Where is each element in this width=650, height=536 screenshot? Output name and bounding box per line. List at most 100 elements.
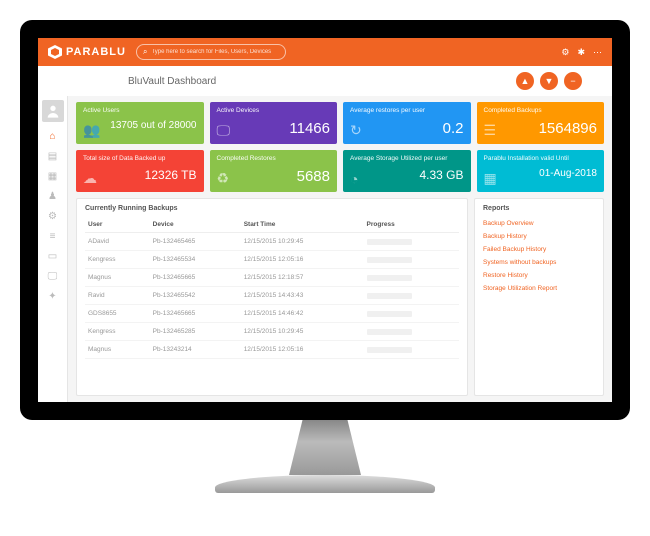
cell-user: ADavid [85, 233, 150, 251]
cell-device: Pb-132465665 [150, 305, 241, 323]
search-box[interactable]: ⌕ [136, 44, 286, 60]
card-title: Active Devices [217, 107, 331, 114]
settings-icon[interactable]: ⚙ [561, 47, 569, 58]
sub-header: BluVault Dashboard ▲ ▼ − [38, 66, 612, 96]
running-backups-panel: Currently Running Backups User Device St… [76, 198, 468, 396]
users-icon: 👥 [83, 122, 100, 139]
cell-user: Magnus [85, 269, 150, 287]
report-link[interactable]: Systems without backups [483, 256, 595, 269]
cell-time: 12/15/2015 12:05:16 [241, 251, 364, 269]
card-valid-until[interactable]: Parablu Installation valid Until ▦ 01-Au… [477, 150, 605, 192]
nav-files-icon[interactable]: ▤ [47, 150, 59, 162]
cell-progress [364, 251, 459, 269]
panel-title: Currently Running Backups [85, 205, 459, 212]
card-completed-restores[interactable]: Completed Restores ♻ 5688 [210, 150, 338, 192]
cell-user: Magnus [85, 341, 150, 359]
more-icon[interactable]: ⋯ [593, 47, 602, 58]
table-row[interactable]: MagnusPb-1324321412/15/2015 12:05:16 [85, 341, 459, 359]
nav-monitor-icon[interactable]: 🖵 [47, 270, 59, 282]
brand-logo[interactable]: PARABLU [48, 45, 126, 59]
recycle-icon: ♻ [217, 170, 230, 187]
share-icon[interactable]: ✱ [577, 47, 585, 58]
restore-icon: ↻ [350, 122, 362, 139]
col-start-time[interactable]: Start Time [241, 217, 364, 233]
cell-progress [364, 287, 459, 305]
nav-reports-icon[interactable]: ▭ [47, 250, 59, 262]
cell-user: Kengress [85, 251, 150, 269]
cell-progress [364, 323, 459, 341]
col-progress[interactable]: Progress [364, 217, 459, 233]
monitor-stand-neck [280, 420, 370, 475]
card-avg-restores[interactable]: Average restores per user ↻ 0.2 [343, 102, 471, 144]
cloud-icon: ☁ [83, 170, 97, 187]
nav-home-icon[interactable]: ⌂ [47, 130, 59, 142]
nav-settings-icon[interactable]: ⚙ [47, 210, 59, 222]
col-device[interactable]: Device [150, 217, 241, 233]
cell-time: 12/15/2015 14:43:43 [241, 287, 364, 305]
quick-actions: ▲ ▼ − [516, 72, 582, 90]
card-value: 1564896 [484, 120, 598, 137]
table-row[interactable]: MagnusPb-13246566512/15/2015 12:18:57 [85, 269, 459, 287]
report-link[interactable]: Restore History [483, 269, 595, 282]
main-content: Active Users 👥 13705 out of 28000 Active… [68, 96, 612, 402]
upload-button[interactable]: ▲ [516, 72, 534, 90]
screen: PARABLU ⌕ ⚙ ✱ ⋯ BluVault Dashboard ▲ ▼ −… [20, 20, 630, 420]
nav-users-icon[interactable]: ♟ [47, 190, 59, 202]
cell-progress [364, 305, 459, 323]
card-title: Completed Restores [217, 155, 331, 162]
search-input[interactable] [151, 49, 279, 55]
body: ⌂ ▤ ▦ ♟ ⚙ ≡ ▭ 🖵 ✦ Active Users 👥 13705 o… [38, 96, 612, 402]
monitor-frame: PARABLU ⌕ ⚙ ✱ ⋯ BluVault Dashboard ▲ ▼ −… [20, 20, 630, 493]
card-value: 5688 [217, 168, 331, 185]
app-header: PARABLU ⌕ ⚙ ✱ ⋯ [38, 38, 612, 66]
progress-bar [367, 347, 412, 353]
cell-device: Pb-132465665 [150, 269, 241, 287]
card-total-size[interactable]: Total size of Data Backed up ☁ 12326 TB [76, 150, 204, 192]
search-icon: ⌕ [143, 47, 147, 57]
panel-title: Reports [483, 205, 595, 212]
card-title: Average restores per user [350, 107, 464, 114]
card-active-users[interactable]: Active Users 👥 13705 out of 28000 [76, 102, 204, 144]
card-active-devices[interactable]: Active Devices 🖵 11466 [210, 102, 338, 144]
cell-time: 12/15/2015 14:46:42 [241, 305, 364, 323]
table-row[interactable]: RavidPb-13246554212/15/2015 14:43:43 [85, 287, 459, 305]
cell-device: Pb-132465285 [150, 323, 241, 341]
logo-icon [48, 45, 62, 59]
report-link[interactable]: Storage Utilization Report [483, 282, 595, 295]
stat-cards: Active Users 👥 13705 out of 28000 Active… [76, 102, 604, 192]
report-link[interactable]: Failed Backup History [483, 243, 595, 256]
report-link[interactable]: Backup History [483, 230, 595, 243]
card-completed-backups[interactable]: Completed Backups ☰ 1564896 [477, 102, 605, 144]
calendar-icon: ▦ [484, 170, 497, 187]
nav-help-icon[interactable]: ✦ [47, 290, 59, 302]
disk-icon: ☰ [484, 122, 497, 139]
progress-bar [367, 275, 412, 281]
progress-bar [367, 257, 412, 263]
nav-calendar-icon[interactable]: ▦ [47, 170, 59, 182]
cell-time: 12/15/2015 10:29:45 [241, 323, 364, 341]
brand-name: PARABLU [66, 46, 126, 58]
table-row[interactable]: KengressPb-13246553412/15/2015 12:05:16 [85, 251, 459, 269]
content-row: Currently Running Backups User Device St… [76, 198, 604, 396]
page-title: BluVault Dashboard [128, 76, 216, 87]
cell-user: GDS8655 [85, 305, 150, 323]
gauge-icon: ◔ [350, 171, 358, 187]
minus-button[interactable]: − [564, 72, 582, 90]
table-row[interactable]: GDS8655Pb-13246566512/15/2015 14:46:42 [85, 305, 459, 323]
download-button[interactable]: ▼ [540, 72, 558, 90]
table-row[interactable]: ADavidPb-13246546512/15/2015 10:29:45 [85, 233, 459, 251]
progress-bar [367, 293, 412, 299]
report-link[interactable]: Backup Overview [483, 217, 595, 230]
reports-panel: Reports Backup OverviewBackup HistoryFai… [474, 198, 604, 396]
card-avg-storage[interactable]: Average Storage Utilized per user ◔ 4.33… [343, 150, 471, 192]
avatar[interactable] [42, 100, 64, 122]
card-value: 01-Aug-2018 [484, 168, 598, 179]
cell-progress [364, 233, 459, 251]
card-title: Parablu Installation valid Until [484, 155, 598, 162]
cell-time: 12/15/2015 12:18:57 [241, 269, 364, 287]
card-value: 0.2 [350, 120, 464, 137]
table-row[interactable]: KengressPb-13246528512/15/2015 10:29:45 [85, 323, 459, 341]
cell-device: Pb-132465542 [150, 287, 241, 305]
col-user[interactable]: User [85, 217, 150, 233]
nav-sliders-icon[interactable]: ≡ [47, 230, 59, 242]
